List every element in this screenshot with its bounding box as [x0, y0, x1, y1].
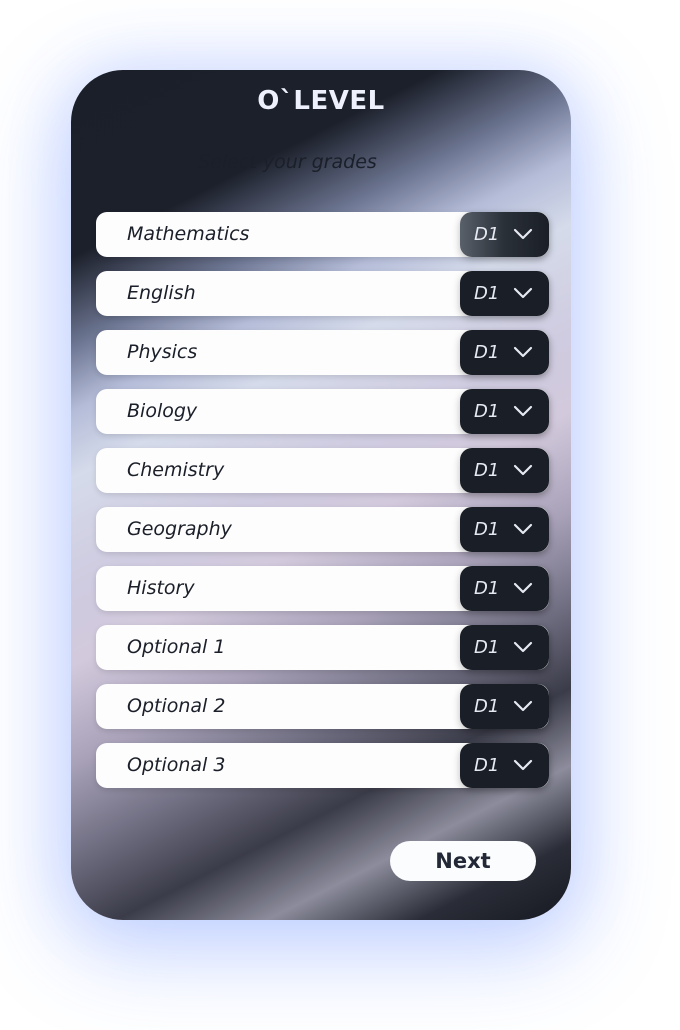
subject-row: Optional 1 D1 [96, 625, 549, 670]
subject-label: Chemistry [127, 459, 225, 481]
subject-label: Optional 1 [127, 636, 226, 658]
subject-label: History [127, 577, 195, 599]
grade-value: D1 [474, 401, 500, 422]
grade-select-biology[interactable]: D1 [460, 389, 549, 434]
grade-select-chemistry[interactable]: D1 [460, 448, 549, 493]
chevron-down-icon [513, 228, 533, 240]
grade-value: D1 [474, 578, 500, 599]
subject-row: Biology D1 [96, 389, 549, 434]
chevron-down-icon [513, 346, 533, 358]
grades-card: O`LEVEL Select your grades Mathematics D… [71, 70, 571, 920]
chevron-down-icon [513, 523, 533, 535]
subject-row: Mathematics D1 [96, 212, 549, 257]
subject-label: Optional 2 [127, 695, 226, 717]
chevron-down-icon [513, 582, 533, 594]
app-title: O`LEVEL [257, 86, 385, 116]
grade-select-mathematics[interactable]: D1 [460, 212, 549, 257]
grade-select-optional-3[interactable]: D1 [460, 743, 549, 788]
grade-select-optional-1[interactable]: D1 [460, 625, 549, 670]
grade-value: D1 [474, 696, 500, 717]
subject-row: Optional 2 D1 [96, 684, 549, 729]
chevron-down-icon [513, 641, 533, 653]
subject-row: Optional 3 D1 [96, 743, 549, 788]
grade-select-optional-2[interactable]: D1 [460, 684, 549, 729]
chevron-down-icon [513, 700, 533, 712]
subject-row: English D1 [96, 271, 549, 316]
page-subtitle: Select your grades [198, 151, 377, 173]
grade-value: D1 [474, 460, 500, 481]
grade-select-geography[interactable]: D1 [460, 507, 549, 552]
grade-value: D1 [474, 637, 500, 658]
chevron-down-icon [513, 405, 533, 417]
subject-label: Physics [127, 341, 198, 363]
subject-label: English [127, 282, 196, 304]
subject-list: Mathematics D1 English D1 Physics D1 Bio… [96, 212, 549, 802]
next-button[interactable]: Next [390, 841, 536, 881]
page: O`LEVEL Select your grades Mathematics D… [0, 0, 680, 1030]
chevron-down-icon [513, 464, 533, 476]
grade-value: D1 [474, 755, 500, 776]
subject-row: History D1 [96, 566, 549, 611]
grade-value: D1 [474, 224, 500, 245]
subject-label: Biology [127, 400, 198, 422]
grade-select-history[interactable]: D1 [460, 566, 549, 611]
subject-row: Geography D1 [96, 507, 549, 552]
grade-value: D1 [474, 519, 500, 540]
subject-label: Geography [127, 518, 232, 540]
grade-select-physics[interactable]: D1 [460, 330, 549, 375]
chevron-down-icon [513, 759, 533, 771]
subject-label: Optional 3 [127, 754, 226, 776]
grade-value: D1 [474, 342, 500, 363]
grade-select-english[interactable]: D1 [460, 271, 549, 316]
subject-row: Chemistry D1 [96, 448, 549, 493]
subject-label: Mathematics [127, 223, 250, 245]
grade-value: D1 [474, 283, 500, 304]
chevron-down-icon [513, 287, 533, 299]
subject-row: Physics D1 [96, 330, 549, 375]
